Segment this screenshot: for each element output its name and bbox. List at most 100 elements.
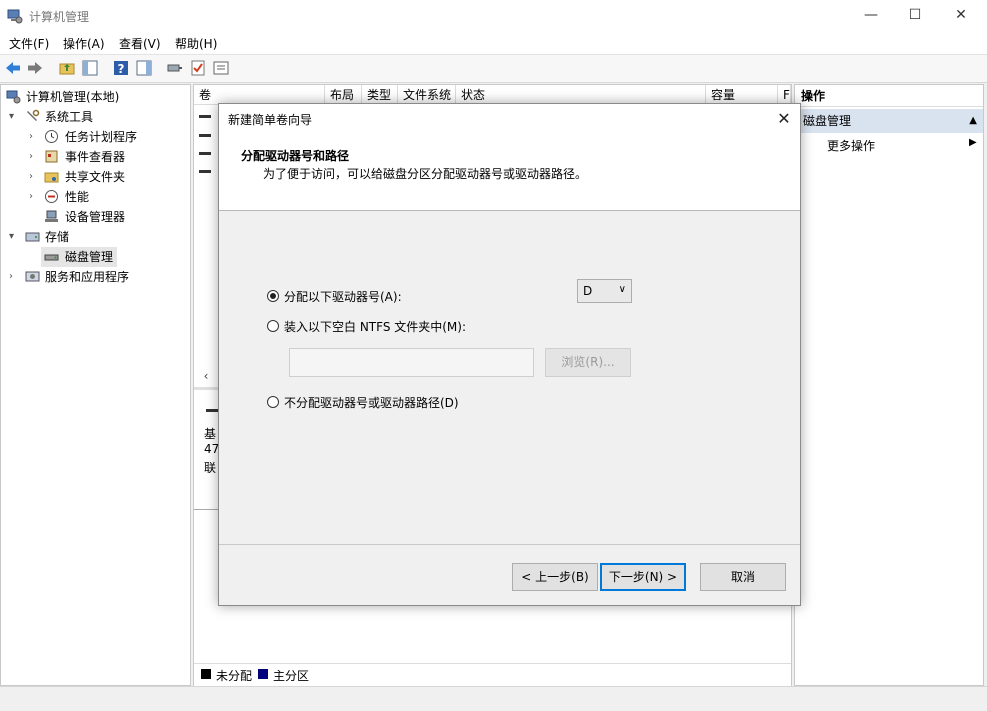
volume-row-icon <box>199 115 211 118</box>
tree-label: 存储 <box>45 230 70 244</box>
title-bar: 计算机管理 — ☐ ✕ <box>0 0 987 33</box>
legend-swatch-primary <box>258 669 268 679</box>
legend-bar: 未分配 主分区 <box>194 663 791 686</box>
menu-action[interactable]: 操作(A) <box>63 35 105 52</box>
column-header[interactable]: 容量 <box>706 85 778 105</box>
navigation-tree: 计算机管理(本地) ▾ 系统工具 › 任务计划程序 › 事件查看器 › 共享文件… <box>0 84 191 686</box>
column-header[interactable]: 状态 <box>456 85 706 105</box>
column-header[interactable]: 文件系统 <box>398 85 456 105</box>
dialog-header: 分配驱动器号和路径 为了便于访问，可以给磁盘分区分配驱动器号或驱动器路径。 <box>219 134 800 211</box>
cancel-button[interactable]: 取消 <box>700 563 786 591</box>
radio-label: 装入以下空白 NTFS 文件夹中(M): <box>284 320 467 334</box>
column-header[interactable]: 布局 <box>325 85 362 105</box>
tree-label: 计算机管理(本地) <box>26 90 120 104</box>
tree-item-disk-management[interactable]: 磁盘管理 <box>41 247 117 267</box>
dialog-title-bar: 新建简单卷向导 ✕ <box>219 104 800 134</box>
tools-icon <box>27 109 40 121</box>
event-viewer-icon <box>45 150 58 163</box>
dialog-title: 新建简单卷向导 <box>228 113 313 127</box>
svg-text:?: ? <box>118 62 125 76</box>
chevron-right-icon[interactable]: › <box>29 167 33 187</box>
chevron-down-icon: ∨ <box>618 284 626 295</box>
forward-icon[interactable] <box>26 59 44 77</box>
window-title: 计算机管理 <box>29 10 90 24</box>
column-header[interactable]: 卷 <box>194 85 325 105</box>
dialog-separator <box>219 544 800 545</box>
folder-path-input[interactable] <box>289 348 534 377</box>
new-simple-volume-wizard: 新建简单卷向导 ✕ 分配驱动器号和路径 为了便于访问，可以给磁盘分区分配驱动器号… <box>218 103 801 606</box>
help-icon[interactable]: ? <box>112 59 130 77</box>
tree-item-root[interactable]: 计算机管理(本地) <box>1 87 190 107</box>
tree-item-storage[interactable]: ▾ 存储 <box>1 227 190 247</box>
storage-icon <box>25 232 40 242</box>
tree-item-shared-folders[interactable]: › 共享文件夹 <box>1 167 190 187</box>
chevron-right-icon[interactable]: › <box>9 267 13 287</box>
section-label: 磁盘管理 <box>803 114 852 128</box>
menu-help[interactable]: 帮助(H) <box>175 35 217 52</box>
tree-item-system-tools[interactable]: ▾ 系统工具 <box>1 107 190 127</box>
actions-header: 操作 <box>795 85 983 107</box>
radio-button[interactable] <box>267 396 279 408</box>
drive-letter-value: D <box>583 284 593 298</box>
radio-no-drive-letter[interactable]: 不分配驱动器号或驱动器路径(D) <box>267 394 507 412</box>
clock-icon <box>45 130 58 143</box>
tree-label: 系统工具 <box>45 110 94 124</box>
disk-info-line: 基 <box>204 427 217 441</box>
radio-assign-drive-letter[interactable]: 分配以下驱动器号(A): <box>267 288 487 306</box>
browse-button[interactable]: 浏览(R)... <box>545 348 631 377</box>
maximize-button[interactable]: ☐ <box>892 0 938 32</box>
actions-section-disk-management[interactable]: 磁盘管理 ▲ <box>795 109 983 133</box>
legend-label: 主分区 <box>273 669 310 683</box>
radio-button[interactable] <box>267 320 279 332</box>
device-manager-icon <box>45 210 58 222</box>
tree-label: 性能 <box>65 190 90 204</box>
column-header[interactable]: 类型 <box>362 85 398 105</box>
tree-item-device-manager[interactable]: 设备管理器 <box>1 207 190 227</box>
menu-file[interactable]: 文件(F) <box>9 35 49 52</box>
minimize-button[interactable]: — <box>848 0 894 32</box>
tree-label: 磁盘管理 <box>65 250 114 264</box>
connect-icon[interactable] <box>166 59 184 77</box>
chevron-right-icon[interactable]: › <box>29 127 33 147</box>
properties-icon[interactable] <box>212 59 230 77</box>
tree-item-event-viewer[interactable]: › 事件查看器 <box>1 147 190 167</box>
tree-item-task-scheduler[interactable]: › 任务计划程序 <box>1 127 190 147</box>
scroll-left-button[interactable]: ‹ <box>194 367 218 385</box>
volume-row-icon <box>199 170 211 173</box>
tree-label: 事件查看器 <box>65 150 126 164</box>
chevron-right-icon[interactable]: › <box>29 147 33 167</box>
radio-label: 分配以下驱动器号(A): <box>284 290 402 304</box>
close-window-button[interactable]: ✕ <box>938 0 984 32</box>
chevron-right-icon[interactable]: › <box>29 187 33 207</box>
up-folder-icon[interactable] <box>58 59 76 77</box>
legend-swatch-unallocated <box>201 669 211 679</box>
next-button[interactable]: 下一步(N) > <box>600 563 686 591</box>
radio-mount-ntfs-folder[interactable]: 装入以下空白 NTFS 文件夹中(M): <box>267 318 507 336</box>
show-action-icon[interactable] <box>135 59 153 77</box>
volume-row-icon <box>199 152 211 155</box>
more-actions-item[interactable]: 更多操作 <box>827 137 875 154</box>
computer-management-icon <box>6 90 21 104</box>
tree-label: 设备管理器 <box>65 210 126 224</box>
drive-letter-dropdown[interactable]: D ∨ <box>577 279 632 303</box>
dialog-close-button[interactable]: ✕ <box>771 106 797 132</box>
volume-row-icon <box>199 134 211 137</box>
tree-label: 任务计划程序 <box>65 130 138 144</box>
show-tree-icon[interactable] <box>81 59 99 77</box>
toolbar: ? <box>0 54 987 83</box>
column-header[interactable]: F <box>778 85 791 105</box>
disk-icon <box>44 254 59 261</box>
radio-button-selected[interactable] <box>267 290 279 302</box>
back-icon[interactable] <box>4 59 22 77</box>
collapse-arrow-icon[interactable]: ▲ <box>969 109 977 133</box>
chevron-down-icon[interactable]: ▾ <box>9 107 14 127</box>
actions-pane: 操作 磁盘管理 ▲ 更多操作 ▶ <box>794 84 984 686</box>
chevron-down-icon[interactable]: ▾ <box>9 227 14 247</box>
dialog-subheading: 为了便于访问，可以给磁盘分区分配驱动器号或驱动器路径。 <box>263 167 588 181</box>
tree-item-performance[interactable]: › 性能 <box>1 187 190 207</box>
tree-item-services[interactable]: › 服务和应用程序 <box>1 267 190 287</box>
menu-view[interactable]: 查看(V) <box>119 35 161 52</box>
check-icon[interactable] <box>189 59 207 77</box>
back-button[interactable]: < 上一步(B) <box>512 563 598 591</box>
tree-label: 服务和应用程序 <box>45 270 130 284</box>
